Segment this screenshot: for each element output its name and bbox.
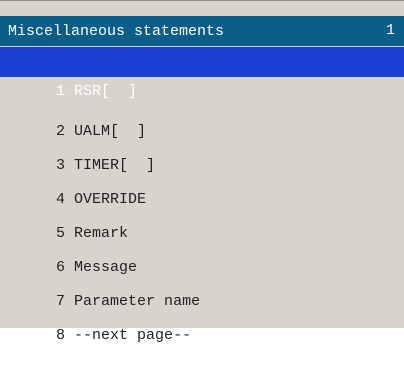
menu-item-number: 7	[56, 293, 66, 310]
menu-item-label: OVERRIDE	[74, 191, 147, 208]
menu-item-label: Message	[74, 259, 138, 276]
menu-title: Miscellaneous statements	[8, 22, 225, 40]
menu-item-list: 1 RSR[ ] 2 UALM[ ] 3 TIMER[ ] 4 OVERRIDE…	[0, 47, 404, 344]
menu-item-number: 5	[56, 225, 66, 242]
menu-item-rsr[interactable]: 1 RSR[ ]	[0, 47, 404, 100]
menu-item-number: 2	[56, 123, 66, 140]
menu-title-bar: Miscellaneous statements 1	[0, 16, 404, 46]
menu-item-label: UALM[ ]	[74, 123, 147, 140]
menu-item-label: RSR[ ]	[74, 83, 138, 100]
menu-page-number: 1	[386, 22, 396, 39]
menu-item-number: 4	[56, 191, 66, 208]
menu-item-label: Remark	[74, 225, 129, 242]
menu-item-number: 8	[56, 327, 66, 344]
menu-item-number: 6	[56, 259, 66, 276]
menu-item-label: --next page--	[74, 327, 192, 344]
menu-item-label: Parameter name	[74, 293, 201, 310]
menu-item-number: 1	[56, 83, 66, 100]
misc-statements-menu: Miscellaneous statements 1 1 RSR[ ] 2 UA…	[0, 0, 404, 344]
menu-item-number: 3	[56, 157, 66, 174]
menu-item-label: TIMER[ ]	[74, 157, 156, 174]
